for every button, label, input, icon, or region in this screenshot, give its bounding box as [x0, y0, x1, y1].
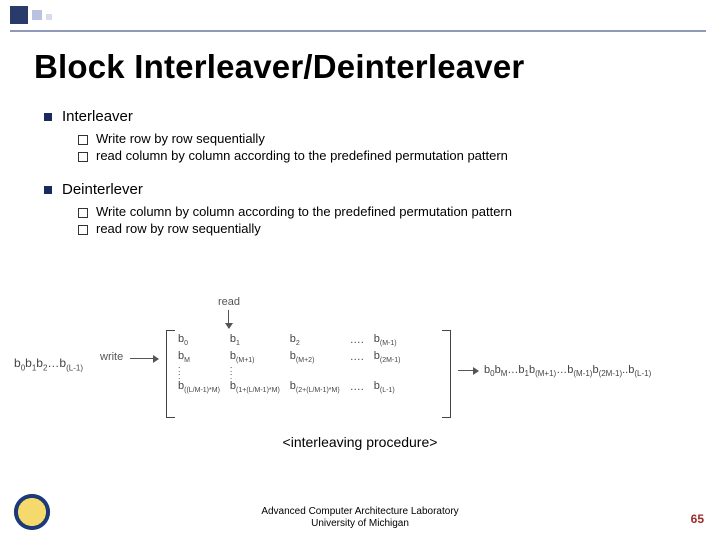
footer-line-2: University of Michigan	[0, 518, 720, 530]
arrow-right-icon	[130, 358, 158, 359]
list-item: Write column by column according to the …	[78, 204, 696, 219]
interleaving-figure: b0b1b2…b(L-1) write read b0b1b2….b(M-1) …	[14, 296, 696, 422]
slide-top-decoration	[0, 0, 720, 34]
arrow-down-icon	[228, 310, 229, 328]
slide-footer: Advanced Computer Architecture Laborator…	[0, 506, 720, 530]
section-heading-interleaver: Interleaver	[44, 108, 696, 125]
hollow-bullet-icon	[78, 225, 88, 235]
hollow-bullet-icon	[78, 152, 88, 162]
output-sequence: b0bM…b1b(M+1)…b(M-1)b(2M-1)..b(L-1)	[484, 364, 651, 378]
bullet-icon	[44, 186, 52, 194]
hollow-bullet-icon	[78, 135, 88, 145]
footer-line-1: Advanced Computer Architecture Laborator…	[0, 506, 720, 518]
write-label: write	[100, 351, 123, 363]
section-heading-deinterleaver: Deinterlever	[44, 181, 696, 198]
bracket-left-icon	[166, 330, 175, 418]
arrow-right-icon	[458, 370, 478, 371]
list-item: Write row by row sequentially	[78, 131, 696, 146]
input-sequence: b0b1b2…b(L-1)	[14, 356, 83, 372]
hollow-bullet-icon	[78, 208, 88, 218]
slide-title: Block Interleaver/Deinterleaver	[34, 48, 524, 86]
page-number: 65	[691, 512, 704, 526]
read-label: read	[218, 296, 240, 308]
bracket-right-icon	[442, 330, 451, 418]
bullet-icon	[44, 113, 52, 121]
slide-body: Interleaver Write row by row sequentiall…	[44, 108, 696, 238]
matrix: b0b1b2….b(M-1) bMb(M+1)b(M+2)….b(2M-1) :…	[178, 332, 411, 396]
figure-caption: <interleaving procedure>	[0, 434, 720, 450]
list-item: read column by column according to the p…	[78, 148, 696, 163]
list-item: read row by row sequentially	[78, 221, 696, 236]
